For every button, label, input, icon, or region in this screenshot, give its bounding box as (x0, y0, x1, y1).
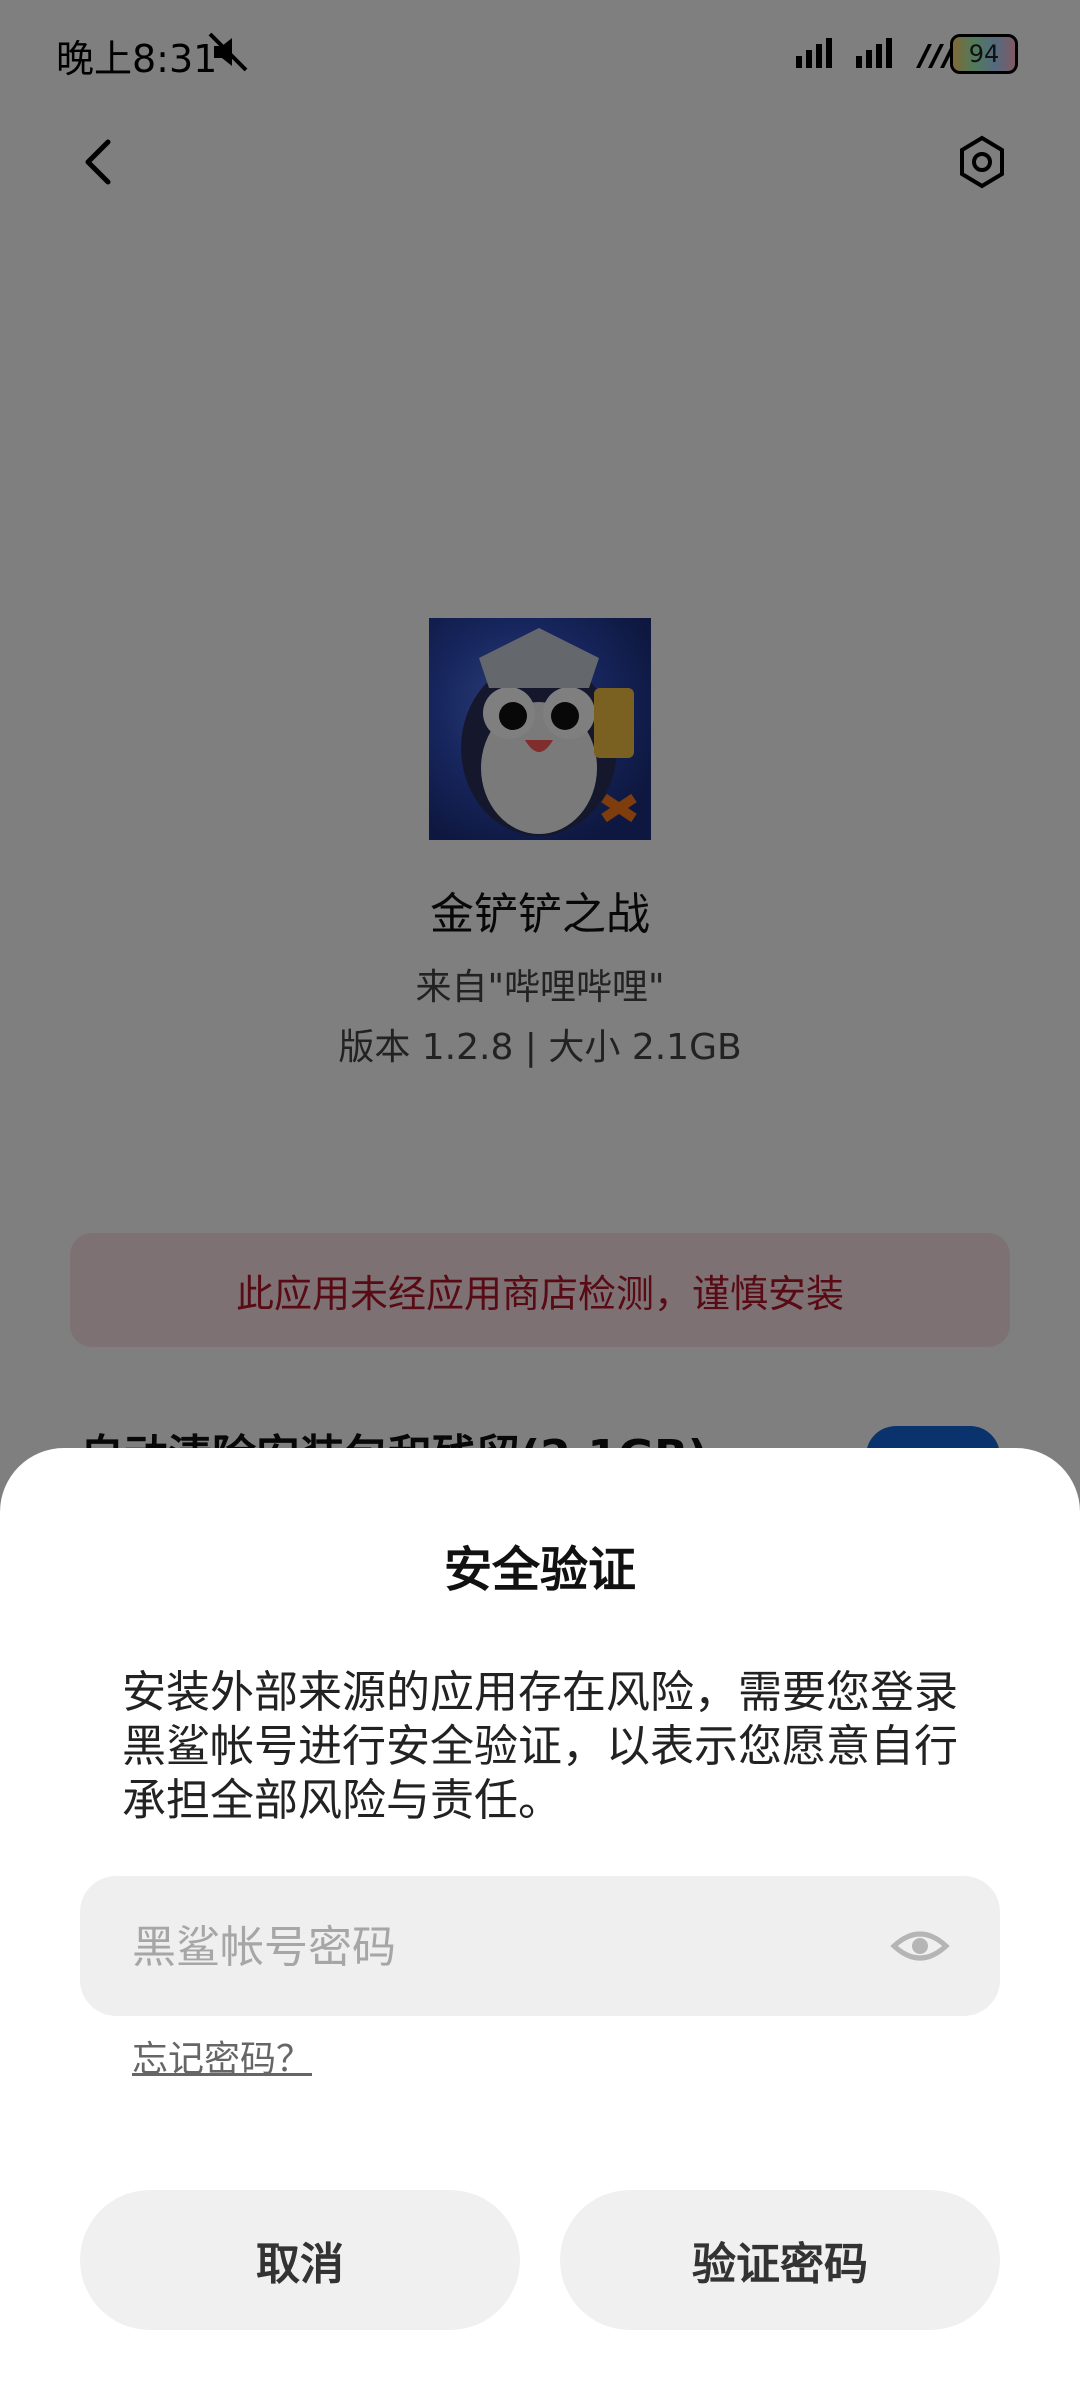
eye-icon[interactable] (890, 1922, 950, 1970)
password-field[interactable] (80, 1876, 1000, 2018)
verify-password-button[interactable]: 验证密码 (560, 2190, 1000, 2330)
dialog-title: 安全验证 (443, 1542, 636, 1598)
cancel-button[interactable]: 取消 (80, 2190, 520, 2330)
cancel-button-label: 取消 (256, 2239, 344, 2290)
forgot-password-link[interactable]: 忘记密码？ (132, 2030, 312, 2082)
dialog-description: 安装外部来源的应用存在风险，需要您登录黑鲨帐号进行安全验证，以表示您愿意自行承担… (122, 1667, 958, 1826)
password-input[interactable] (130, 1876, 854, 2018)
verify-button-label: 验证密码 (692, 2239, 868, 2290)
